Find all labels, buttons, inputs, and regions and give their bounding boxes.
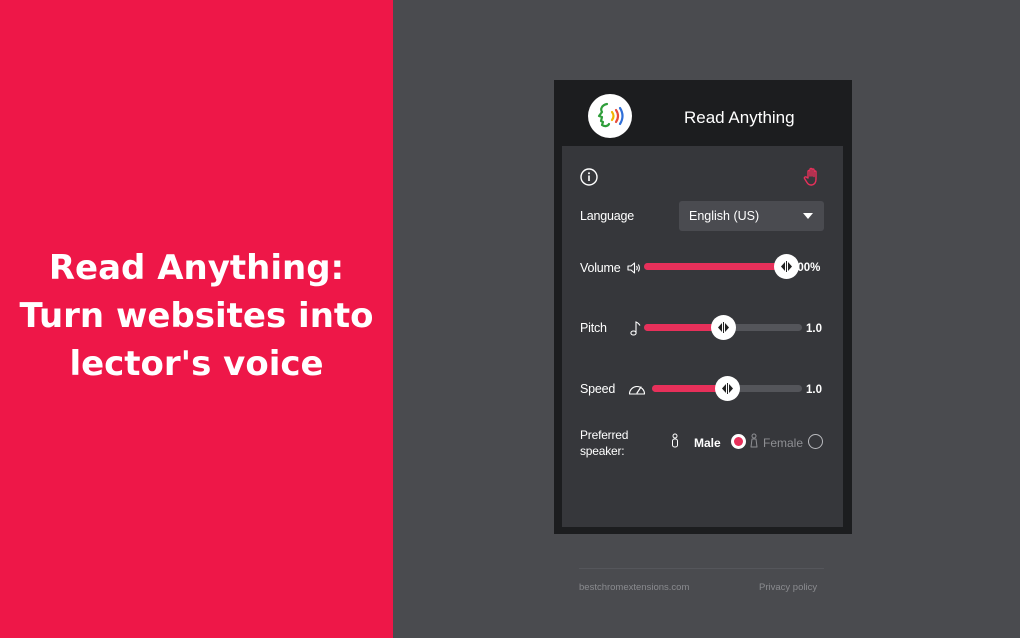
speed-value: 1.0 [806,384,822,396]
volume-value: 100% [791,262,821,274]
language-label: Language [580,209,635,223]
site-link[interactable]: bestchromextensions.com [579,582,689,593]
language-selected-value: English (US) [689,209,760,223]
male-option-label: Male [694,436,721,450]
music-note-icon [629,319,643,337]
headline-line-3: lector's voice [69,344,324,384]
male-icon [670,433,680,449]
hand-icon[interactable] [801,166,823,188]
preferred-speaker-label: Preferred speaker: [580,428,629,458]
volume-slider-fill [644,263,786,270]
app-title: Read Anything [684,108,795,127]
pitch-label: Pitch [580,321,607,335]
pitch-value: 1.0 [806,323,822,335]
chevron-down-icon [803,213,813,219]
speaker-icon [626,260,642,276]
speed-label: Speed [580,382,616,396]
popup-header: Read Anything [554,80,852,146]
language-select[interactable]: English (US) [679,201,824,231]
pitch-slider-thumb[interactable] [711,315,736,340]
footer-divider [579,568,824,569]
speedometer-icon [627,380,647,398]
headline-line-1: Read Anything: [48,248,345,288]
popup-body: Language English (US) Volume 100% Pitch [562,146,843,593]
privacy-policy-link[interactable]: Privacy policy [759,582,817,593]
headline-line-2: Turn websites into [19,296,374,336]
extension-popup: Read Anything Language English (US) Volu… [554,80,852,593]
pitch-slider[interactable] [644,315,802,340]
speed-slider-thumb[interactable] [715,376,740,401]
speed-slider[interactable] [652,376,802,401]
volume-slider[interactable] [644,254,799,279]
speaking-head-logo-icon [588,94,632,138]
promo-panel: Read Anything: Turn websites into lector… [0,0,393,638]
info-icon[interactable] [579,167,599,187]
promo-headline: Read Anything: Turn websites into lector… [17,244,377,388]
volume-label: Volume [580,261,621,275]
female-option-label: Female [763,436,804,450]
female-radio[interactable] [808,434,823,449]
female-icon [749,433,759,449]
male-radio[interactable] [731,434,746,449]
